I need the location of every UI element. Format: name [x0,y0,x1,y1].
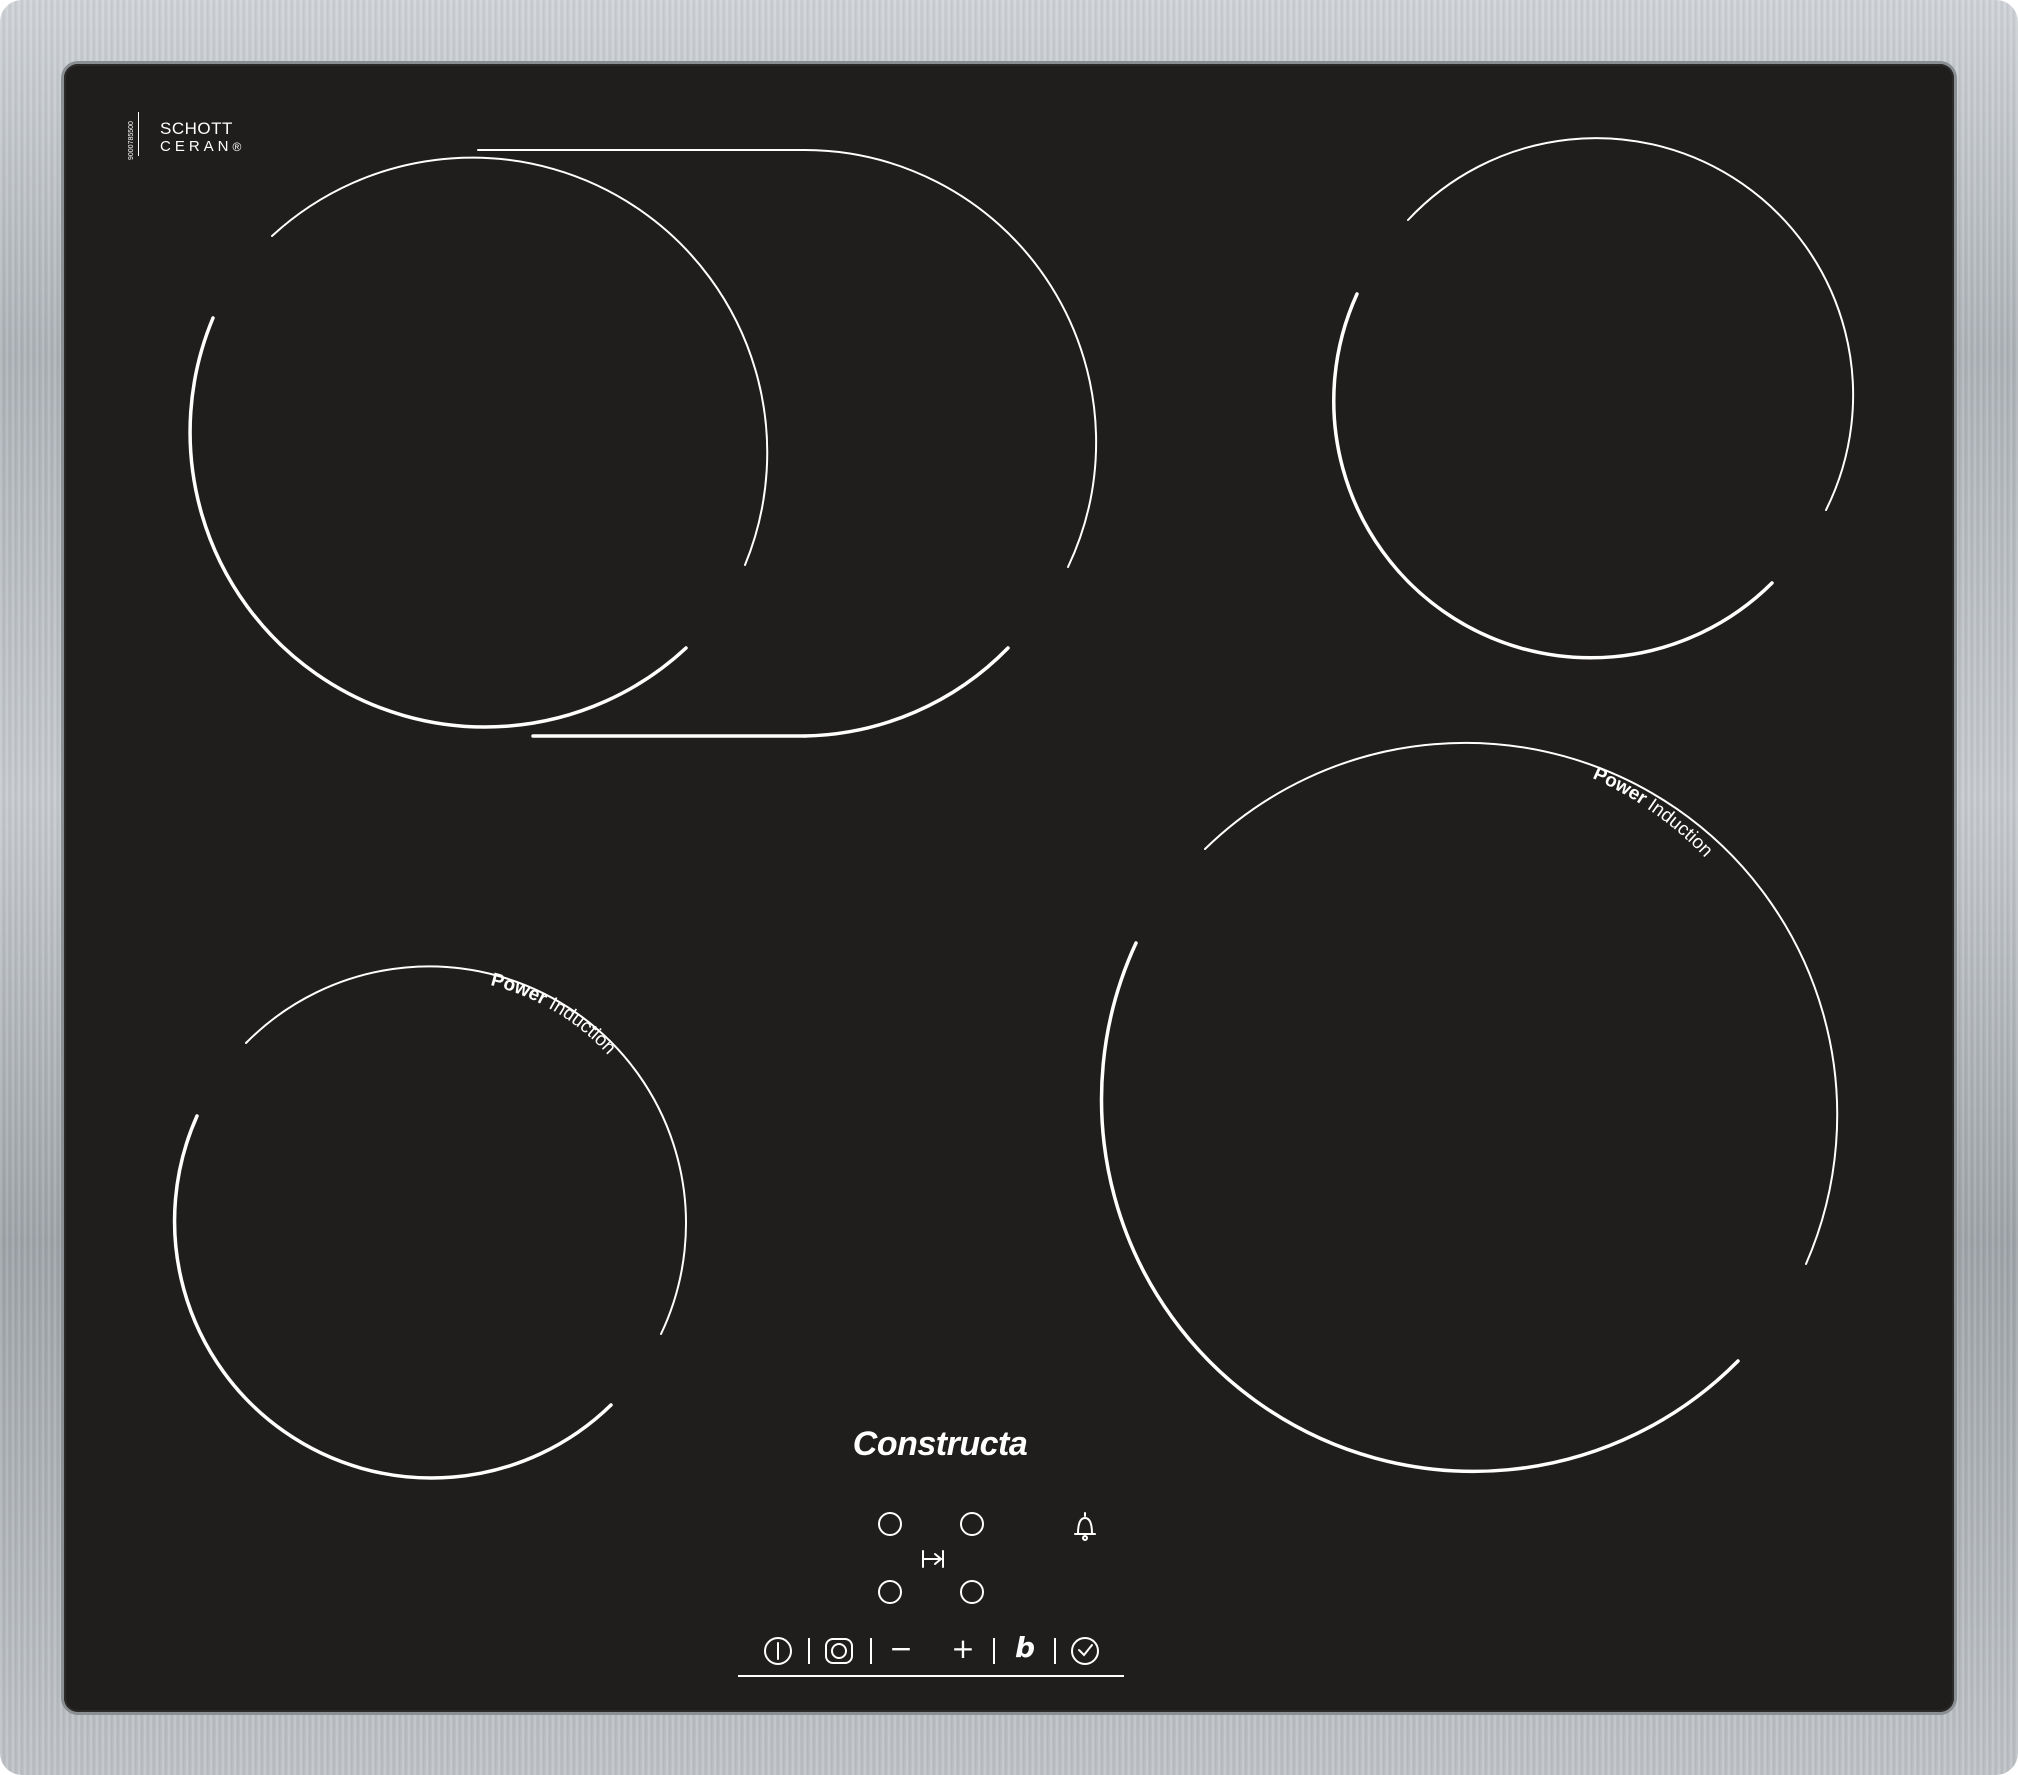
dual-oval-zone [188,149,1098,738]
select-rear-left-zone-button[interactable] [878,1512,902,1536]
select-front-right-zone-button[interactable] [960,1580,984,1604]
front-left-arc-upper [245,965,687,1335]
front-right-zone-label: Power Induction [1590,763,1717,861]
inner-circle-arc-upper [271,156,769,566]
plus-button[interactable]: + [948,1632,978,1665]
boost-button[interactable]: b [1010,1631,1040,1664]
separator [1054,1638,1056,1664]
oval-bottom-arc [803,646,1010,738]
rear-right-arc-upper [1407,137,1855,511]
inner-circle-arc-left [188,316,688,729]
power-icon[interactable] [764,1637,792,1665]
minus-button[interactable]: − [886,1632,916,1665]
front-right-arc-upper [1204,741,1839,1265]
select-rear-right-zone-button[interactable] [960,1512,984,1536]
arrow-to-icon [922,1550,944,1568]
front-left-zone-label: Power Induction [489,969,620,1058]
rear-right-arc-lower [1332,292,1774,660]
timer-icon[interactable] [1071,1637,1099,1665]
oval-right-arc [804,149,1098,568]
zone-select-icon[interactable] [825,1638,853,1664]
control-baseline [738,1675,1124,1677]
front-right-arc-lower [1099,941,1740,1474]
brand-logo: Constructa [852,1425,1028,1463]
separator [808,1638,810,1664]
separator [870,1638,872,1664]
select-front-left-zone-button[interactable] [878,1580,902,1604]
cooking-zones: Power Induction Power Induction [172,137,1855,1665]
rear-right-zone [1332,137,1855,660]
bell-icon [1074,1512,1096,1541]
front-right-zone [1099,741,1839,1474]
separator [993,1638,995,1664]
front-left-arc-lower [172,1114,613,1480]
